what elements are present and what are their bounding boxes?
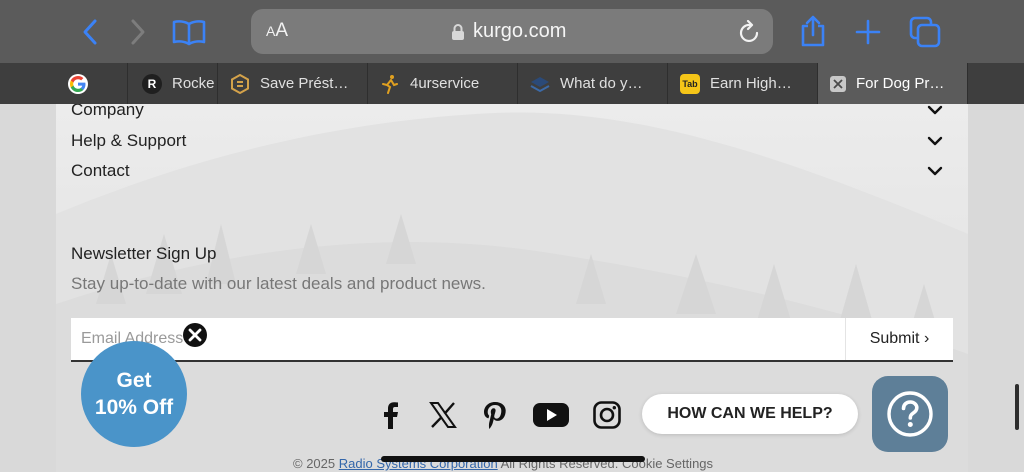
tab-4urservice[interactable]: 4urservice bbox=[368, 63, 518, 104]
share-icon bbox=[801, 15, 825, 47]
tab-for-dog-products[interactable]: For Dog Pr… bbox=[818, 63, 968, 104]
newsletter-title: Newsletter Sign Up bbox=[71, 244, 217, 263]
browser-toolbar: AA kurgo.com bbox=[0, 0, 1024, 63]
discount-promo-button[interactable]: Get 10% Off bbox=[81, 341, 187, 447]
plus-icon bbox=[855, 19, 881, 45]
tab-icon: Tab bbox=[680, 73, 700, 94]
chevron-left-icon bbox=[83, 19, 97, 45]
chevron-right-icon bbox=[131, 19, 145, 45]
lock-icon bbox=[452, 23, 464, 40]
reader-button[interactable]: AA bbox=[266, 20, 288, 42]
tabs-overview-icon bbox=[909, 16, 941, 48]
tab-rocket[interactable]: R Rocke bbox=[128, 63, 218, 104]
reload-button[interactable] bbox=[739, 19, 761, 48]
footer-section-help-support[interactable]: Help & Support bbox=[71, 131, 951, 155]
instagram-icon[interactable] bbox=[592, 400, 622, 430]
social-links bbox=[376, 400, 622, 430]
submit-button[interactable]: Submit › bbox=[845, 318, 953, 360]
book-icon bbox=[172, 20, 206, 46]
google-icon bbox=[68, 73, 88, 94]
clear-input-icon[interactable] bbox=[182, 322, 208, 348]
bookmarks-button[interactable] bbox=[170, 16, 208, 48]
facebook-icon[interactable] bbox=[376, 400, 406, 430]
url-text: kurgo.com bbox=[473, 20, 567, 42]
help-prompt[interactable]: HOW CAN WE HELP? bbox=[642, 394, 858, 434]
reload-icon bbox=[739, 19, 759, 42]
newsletter-description: Stay up-to-date with our latest deals an… bbox=[71, 274, 486, 293]
tabs-overview-button[interactable] bbox=[908, 15, 942, 49]
tab-google[interactable] bbox=[56, 63, 128, 104]
close-icon[interactable] bbox=[830, 75, 846, 92]
chevron-down-icon bbox=[927, 166, 943, 176]
tab-what-do-you[interactable]: What do y… bbox=[518, 63, 668, 104]
home-indicator[interactable] bbox=[381, 456, 645, 462]
footer-section-company[interactable]: Company bbox=[71, 104, 951, 124]
x-twitter-icon[interactable] bbox=[428, 400, 458, 430]
forward-button[interactable] bbox=[124, 16, 152, 48]
r-icon: R bbox=[142, 73, 162, 94]
save-icon bbox=[230, 73, 250, 94]
chevron-down-icon bbox=[927, 136, 943, 146]
address-bar[interactable]: AA kurgo.com bbox=[251, 9, 773, 54]
help-chat-button[interactable] bbox=[872, 376, 948, 452]
tab-bar: R Rocke Save Prést… 4urservice What do y… bbox=[0, 63, 1024, 104]
layers-icon bbox=[530, 74, 550, 94]
back-button[interactable] bbox=[76, 16, 104, 48]
footer-section-contact[interactable]: Contact bbox=[71, 161, 951, 185]
question-icon bbox=[887, 391, 933, 437]
scroll-indicator[interactable] bbox=[1015, 384, 1019, 430]
chevron-down-icon bbox=[927, 105, 943, 115]
runner-icon bbox=[380, 74, 400, 94]
youtube-icon[interactable] bbox=[532, 401, 570, 429]
new-tab-button[interactable] bbox=[852, 16, 884, 48]
tab-earn-high[interactable]: Tab Earn High… bbox=[668, 63, 818, 104]
tab-save-prestige[interactable]: Save Prést… bbox=[218, 63, 368, 104]
share-button[interactable] bbox=[798, 14, 828, 48]
pinterest-icon[interactable] bbox=[480, 400, 510, 430]
